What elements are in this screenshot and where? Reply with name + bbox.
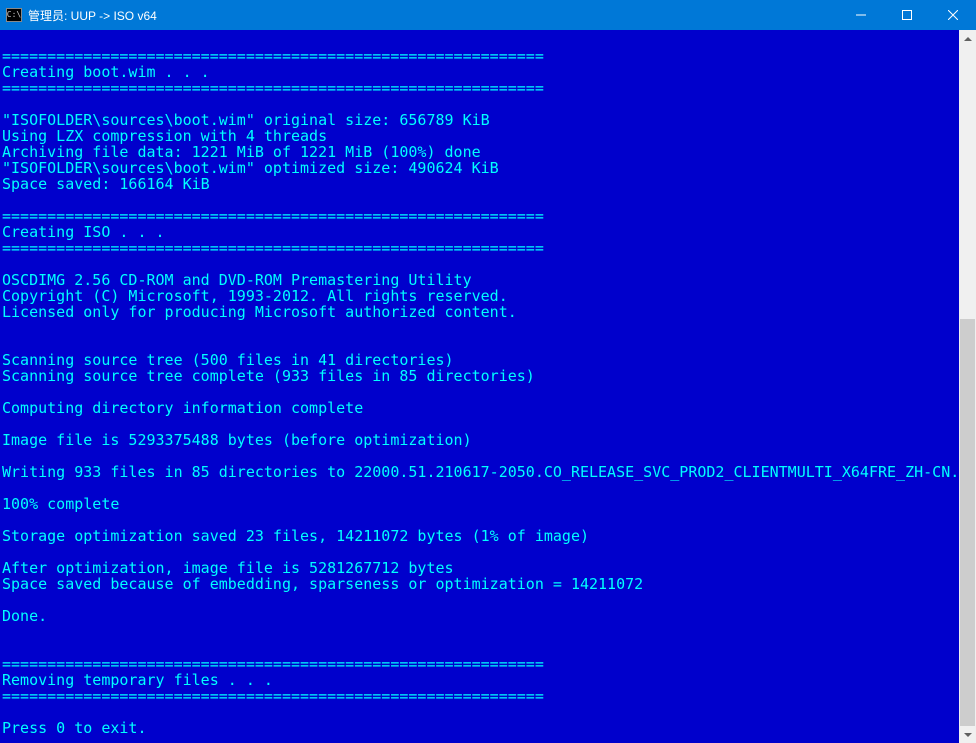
scroll-down-button[interactable] bbox=[959, 726, 976, 743]
close-button[interactable] bbox=[930, 0, 976, 30]
window-title: 管理员: UUP -> ISO v64 bbox=[28, 7, 157, 24]
console-window: C:\ 管理员: UUP -> ISO v64 ================… bbox=[0, 0, 976, 743]
maximize-button[interactable] bbox=[884, 0, 930, 30]
console-text: ========================================… bbox=[2, 32, 959, 736]
scroll-track[interactable] bbox=[959, 47, 976, 726]
cmd-icon: C:\ bbox=[6, 8, 22, 22]
client-area: ========================================… bbox=[0, 30, 976, 743]
vertical-scrollbar[interactable] bbox=[959, 30, 976, 743]
titlebar[interactable]: C:\ 管理员: UUP -> ISO v64 bbox=[0, 0, 976, 30]
minimize-button[interactable] bbox=[838, 0, 884, 30]
cmd-icon-label: C:\ bbox=[7, 11, 21, 19]
console-output[interactable]: ========================================… bbox=[0, 30, 959, 743]
scroll-thumb[interactable] bbox=[960, 319, 975, 726]
scroll-up-button[interactable] bbox=[959, 30, 976, 47]
